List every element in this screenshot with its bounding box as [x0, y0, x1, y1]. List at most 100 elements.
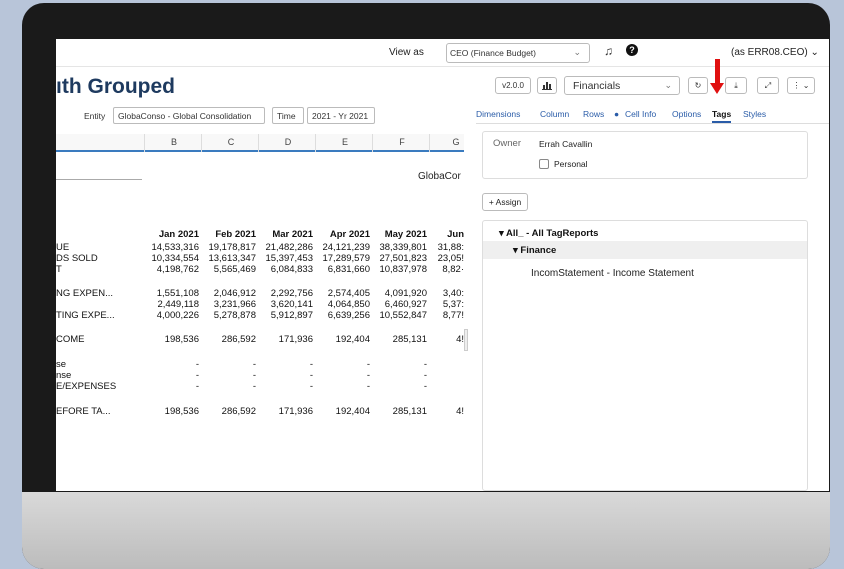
cell: - — [366, 359, 370, 370]
tab-tags[interactable]: Tags — [712, 109, 732, 123]
monitor-frame: View as CEO (Finance Budget) ⌄ ♫ ? (as E… — [22, 3, 830, 569]
table-row[interactable]: se - - - - - — [56, 359, 464, 370]
cell: 4,000,226 — [156, 310, 199, 321]
help-icon[interactable]: ? — [626, 44, 638, 56]
column-header[interactable]: F — [374, 137, 430, 147]
row-label: COME — [56, 334, 85, 345]
version-badge[interactable]: v2.0.0 — [495, 77, 531, 94]
annotation-arrow-head — [710, 83, 724, 94]
cell: 24,121,239 — [322, 242, 370, 253]
tab-cell-info[interactable]: Cell Info — [625, 109, 656, 119]
refresh-icon[interactable]: ↻ — [688, 77, 708, 94]
table-row[interactable]: 2,449,118 3,231,966 3,620,141 4,064,850 … — [56, 299, 464, 310]
info-icon: ● — [614, 109, 620, 119]
personal-checkbox[interactable] — [539, 159, 549, 169]
tree-node-finance-row[interactable]: ▾ Finance — [483, 241, 807, 259]
cell: 192,404 — [335, 334, 370, 345]
cell: - — [309, 370, 313, 381]
column-header[interactable]: E — [317, 137, 373, 147]
tab-column[interactable]: Column — [540, 109, 569, 119]
cell: 2,046,912 — [213, 288, 256, 299]
owner-value: Errah Cavallin — [539, 139, 593, 149]
row-label: UE — [56, 242, 70, 253]
table-row[interactable]: E/EXPENSES - - - - - — [56, 381, 464, 392]
table-row[interactable]: T 4,198,762 5,565,469 6,084,833 6,831,66… — [56, 264, 464, 275]
cell: 198,536 — [164, 406, 199, 417]
month-header: Feb 2021 — [215, 229, 256, 240]
cell: 4,064,850 — [327, 299, 370, 310]
cell: 192,404 — [335, 406, 370, 417]
cell: 6,084,833 — [270, 264, 313, 275]
cell: 14,533,316 — [151, 242, 199, 253]
personal-label: Personal — [554, 159, 588, 169]
pov-time-field[interactable]: 2021 - Yr 2021 — [307, 107, 375, 124]
column-header[interactable]: C — [203, 137, 259, 147]
header-underline — [56, 179, 142, 180]
row-label: se — [56, 359, 67, 370]
app-screen: View as CEO (Finance Budget) ⌄ ♫ ? (as E… — [56, 39, 829, 491]
download-icon[interactable]: ⤓ — [725, 77, 747, 94]
cell: 8,77! — [442, 310, 464, 321]
row-label: TING EXPE... — [56, 310, 115, 321]
tree-leaf-income-statement[interactable]: IncomStatement - Income Statement — [531, 268, 694, 279]
cell: 171,936 — [278, 334, 313, 345]
cell: - — [309, 381, 313, 392]
row-label: nse — [56, 370, 72, 381]
entity-heading: GlobaCor — [418, 171, 461, 182]
column-header[interactable]: B — [146, 137, 202, 147]
table-row[interactable]: TING EXPE... 4,000,226 5,278,878 5,912,8… — [56, 310, 464, 321]
more-vertical-icon[interactable]: ⋮ ⌄ — [787, 77, 815, 94]
cell: - — [366, 381, 370, 392]
column-divider — [258, 134, 259, 152]
cell: - — [252, 381, 256, 392]
cell: 19,178,817 — [208, 242, 256, 253]
tree-node-root[interactable]: ▾ All_ - All TagReports — [499, 228, 598, 239]
cell: 4! — [456, 334, 464, 345]
cell: 23,05! — [437, 253, 464, 264]
table-row[interactable]: UE 14,533,316 19,178,817 21,482,286 24,1… — [56, 242, 464, 253]
assign-button[interactable]: + Assign — [482, 193, 528, 211]
panel-splitter-handle[interactable] — [464, 329, 468, 351]
expand-icon[interactable]: ⤢ — [757, 77, 779, 94]
column-divider — [429, 134, 430, 152]
month-header: Jun — [447, 229, 464, 240]
tab-options[interactable]: Options — [672, 109, 701, 119]
tab-styles[interactable]: Styles — [743, 109, 766, 119]
column-header[interactable]: G — [428, 137, 464, 147]
role-select[interactable]: CEO (Finance Budget) ⌄ — [446, 43, 590, 63]
table-row[interactable]: NG EXPEN... 1,551,108 2,046,912 2,292,75… — [56, 288, 464, 299]
row-label: E/EXPENSES — [56, 381, 117, 392]
column-divider — [372, 134, 373, 152]
column-header[interactable]: D — [260, 137, 316, 147]
report-grid: B C D E F G GlobaCor Jan 2021 Feb 2021 M… — [56, 134, 464, 491]
bar-chart-icon[interactable] — [537, 77, 557, 94]
cell: - — [195, 381, 199, 392]
monitor-chin — [22, 492, 830, 569]
column-divider — [315, 134, 316, 152]
pov-entity-label: Entity — [84, 111, 106, 121]
cell: - — [252, 370, 256, 381]
cell: - — [423, 370, 427, 381]
panel-tab-bar: Dimensions Column Rows ● Cell Info Optio… — [476, 107, 829, 124]
bell-icon[interactable]: ♫ — [604, 44, 613, 58]
chevron-down-icon: ⌄ — [664, 80, 672, 90]
table-row[interactable]: nse - - - - - — [56, 370, 464, 381]
row-label: T — [56, 264, 62, 275]
role-select-value: CEO (Finance Budget) — [450, 48, 536, 58]
cell: 31,88: — [437, 242, 464, 253]
cell: 286,592 — [221, 334, 256, 345]
page-title: ıth Grouped — [56, 75, 175, 98]
tab-rows[interactable]: Rows — [583, 109, 604, 119]
layout-select[interactable]: Financials ⌄ — [564, 76, 680, 95]
tab-dimensions[interactable]: Dimensions — [476, 109, 520, 119]
column-header-row: B C D E F G — [56, 134, 464, 152]
user-menu[interactable]: (as ERR08.CEO) ⌄ — [731, 47, 819, 58]
table-row[interactable]: COME 198,536 286,592 171,936 192,404 285… — [56, 334, 464, 345]
cell: - — [195, 359, 199, 370]
cell: 2,292,756 — [270, 288, 313, 299]
table-row[interactable]: EFORE TA... 198,536 286,592 171,936 192,… — [56, 406, 464, 417]
table-row[interactable]: DS SOLD 10,334,554 13,613,347 15,397,453… — [56, 253, 464, 264]
pov-entity-field[interactable]: GlobaConso - Global Consolidation — [113, 107, 265, 124]
cell: 6,639,256 — [327, 310, 370, 321]
month-header: Apr 2021 — [329, 229, 370, 240]
